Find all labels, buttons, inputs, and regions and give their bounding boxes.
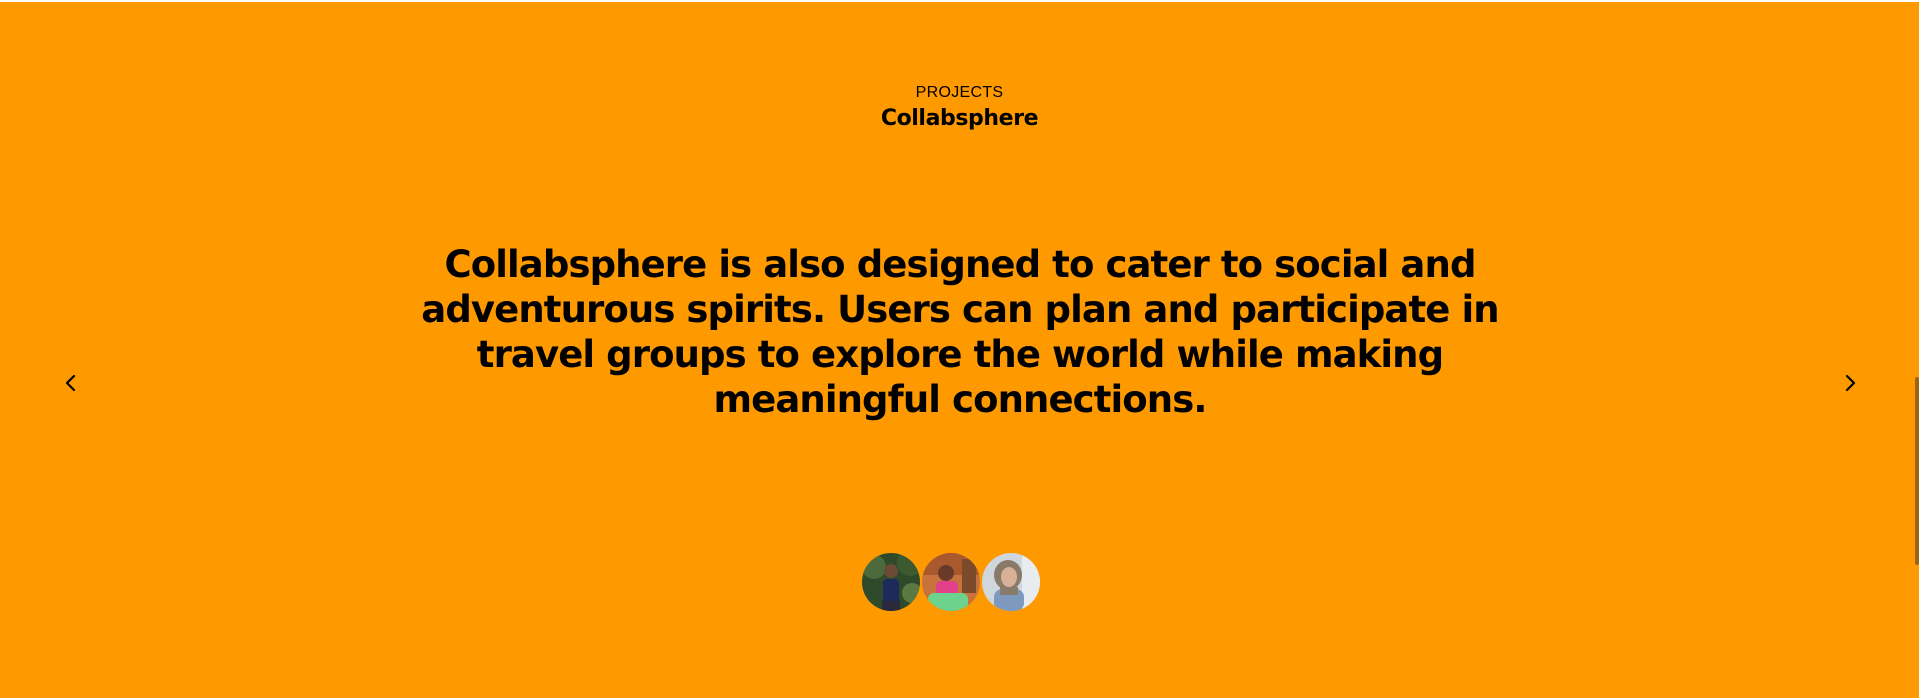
prev-slide-button[interactable] (56, 368, 86, 398)
testimonial-quote: Collabsphere is also designed to cater t… (421, 243, 1499, 421)
testimonial-section: PROJECTS Collabsphere Collabsphere is al… (0, 0, 1919, 698)
avatar-group (862, 553, 1040, 611)
avatar-3[interactable] (982, 553, 1040, 611)
project-name: Collabsphere (880, 106, 1039, 131)
page-scrollbar[interactable] (1915, 377, 1919, 565)
chevron-left-icon (65, 374, 76, 392)
next-slide-button[interactable] (1835, 368, 1865, 398)
section-eyebrow: PROJECTS (915, 84, 1004, 101)
avatar-1[interactable] (862, 553, 920, 611)
chevron-right-icon (1845, 374, 1856, 392)
avatar-2[interactable] (922, 553, 980, 611)
